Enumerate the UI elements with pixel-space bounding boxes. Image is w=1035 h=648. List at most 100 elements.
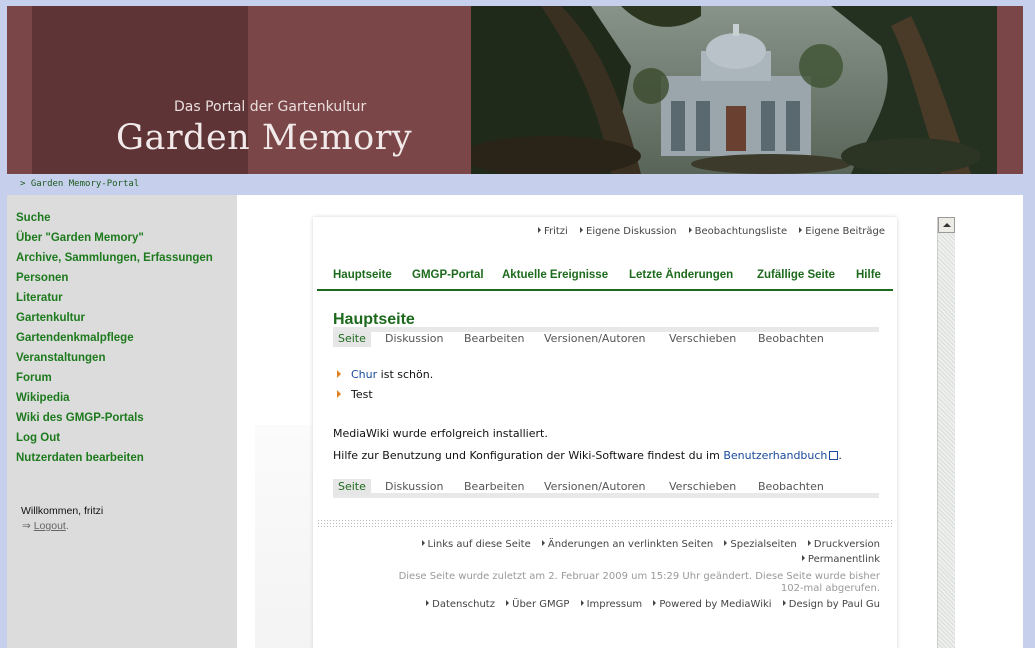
tab-diskussion[interactable]: Diskussion <box>380 479 448 495</box>
tab-versionen[interactable]: Versionen/Autoren <box>539 479 650 495</box>
sidebar-menu: Suche Über "Garden Memory" Archive, Samm… <box>7 210 237 470</box>
usernav-fritzi[interactable]: Fritzi <box>537 226 568 237</box>
breadcrumb[interactable]: > Garden Memory-Portal <box>20 179 139 189</box>
nav-zufaellige-seite[interactable]: Zufällige Seite <box>757 269 835 281</box>
arrow-icon <box>580 227 584 233</box>
main-area: Fritzi Eigene Diskussion Beobachtungslis… <box>237 195 1023 648</box>
footer-design[interactable]: Design by Paul Gu <box>782 599 880 610</box>
footer-impressum[interactable]: Impressum <box>580 599 642 610</box>
list-item: Chur ist schön. <box>337 367 433 387</box>
logout-prefix: ⇒ <box>22 520 34 532</box>
scroll-up-button[interactable] <box>938 217 955 233</box>
last-modified-line1: Diese Seite wurde zuletzt am 2. Februar … <box>398 571 880 582</box>
help-text: Hilfe zur Benutzung und Konfiguration de… <box>333 449 724 462</box>
sidebar-item-gartenkultur[interactable]: Gartenkultur <box>7 310 237 330</box>
usernav-beitraege[interactable]: Eigene Beiträge <box>799 226 885 237</box>
sidebar-item-suche[interactable]: Suche <box>7 210 237 230</box>
footer-specialpages[interactable]: Spezialseiten <box>724 539 797 550</box>
sidebar-item-ueber[interactable]: Über "Garden Memory" <box>7 230 237 250</box>
sidebar-item-veranstaltungen[interactable]: Veranstaltungen <box>7 350 237 370</box>
nav-hilfe[interactable]: Hilfe <box>856 269 881 281</box>
arrow-icon <box>426 600 430 606</box>
sidebar-item-personen[interactable]: Personen <box>7 270 237 290</box>
footer-permalink-row: Permanentlink <box>794 554 880 565</box>
footer-permalink[interactable]: Permanentlink <box>801 554 880 565</box>
usernav-beobachtungsliste[interactable]: Beobachtungsliste <box>688 226 787 237</box>
logout-suffix: . <box>65 520 69 532</box>
footer-links-here[interactable]: Links auf diese Seite <box>421 539 531 550</box>
tab-seite[interactable]: Seite <box>333 331 371 347</box>
sidebar-item-gartendenkmalpflege[interactable]: Gartendenkmalpflege <box>7 330 237 350</box>
footer-ueber[interactable]: Über GMGP <box>506 599 569 610</box>
wiki-content: Fritzi Eigene Diskussion Beobachtungslis… <box>313 217 897 648</box>
tab-versionen[interactable]: Versionen/Autoren <box>539 331 650 347</box>
site-header: Das Portal der Gartenkultur Garden Memor… <box>7 6 1023 174</box>
usernav-diskussion[interactable]: Eigene Diskussion <box>580 226 676 237</box>
tab-verschieben[interactable]: Verschieben <box>664 331 741 347</box>
sidebar-item-logout[interactable]: Log Out <box>7 430 237 450</box>
tab-seite[interactable]: Seite <box>333 479 371 495</box>
footer-datenschutz[interactable]: Datenschutz <box>426 599 495 610</box>
chur-link[interactable]: Chur <box>351 368 377 381</box>
main-nav: Hauptseite GMGP-Portal Aktuelle Ereignis… <box>317 269 893 291</box>
footer-print[interactable]: Druckversion <box>807 539 880 550</box>
header-photo <box>471 6 997 174</box>
footer-powered[interactable]: Powered by MediaWiki <box>653 599 772 610</box>
last-modified-note: Diese Seite wurde zuletzt am 2. Februar … <box>320 571 880 595</box>
bullet-icon <box>337 390 341 398</box>
dotted-divider <box>317 519 893 527</box>
main-gradient <box>255 425 313 648</box>
sidebar-item-literatur[interactable]: Literatur <box>7 290 237 310</box>
arrow-icon <box>506 600 510 606</box>
footer-tools: Links auf diese Seite Änderungen an verl… <box>414 539 880 550</box>
tab-bearbeiten[interactable]: Bearbeiten <box>459 479 529 495</box>
tab-beobachten[interactable]: Beobachten <box>753 331 829 347</box>
tab-diskussion[interactable]: Diskussion <box>380 331 448 347</box>
footer-related-changes[interactable]: Änderungen an verlinkten Seiten <box>541 539 713 550</box>
site-title[interactable]: Garden Memory <box>116 118 412 158</box>
list-item-text: ist schön. <box>377 368 434 381</box>
content-list: Chur ist schön. Test <box>337 367 433 407</box>
sidebar: Suche Über "Garden Memory" Archive, Samm… <box>7 195 237 648</box>
external-link-icon <box>829 451 839 460</box>
tab-bearbeiten[interactable]: Bearbeiten <box>459 331 529 347</box>
sidebar-item-wiki[interactable]: Wiki des GMGP-Portals <box>7 410 237 430</box>
install-message: MediaWiki wurde erfolgreich installiert. <box>333 427 548 440</box>
arrow-icon <box>807 540 811 546</box>
arrow-icon <box>724 540 728 546</box>
arrow-icon <box>580 600 584 606</box>
arrow-icon <box>653 600 657 606</box>
logout-link[interactable]: Logout <box>34 520 66 532</box>
help-suffix: . <box>838 449 842 462</box>
sidebar-item-nutzerdaten[interactable]: Nutzerdaten bearbeiten <box>7 450 237 470</box>
sidebar-item-archive[interactable]: Archive, Sammlungen, Erfassungen <box>7 250 237 270</box>
arrow-icon <box>799 227 803 233</box>
arrow-icon <box>537 227 541 233</box>
help-message: Hilfe zur Benutzung und Konfiguration de… <box>333 449 842 462</box>
nav-aktuelle-ereignisse[interactable]: Aktuelle Ereignisse <box>502 269 608 281</box>
list-item-text: Test <box>351 388 373 401</box>
nav-letzte-aenderungen[interactable]: Letzte Änderungen <box>629 269 733 281</box>
tab-verschieben[interactable]: Verschieben <box>664 479 741 495</box>
welcome-text: Willkommen, fritzi <box>21 505 104 517</box>
scrollbar[interactable] <box>937 217 955 648</box>
sidebar-item-wikipedia[interactable]: Wikipedia <box>7 390 237 410</box>
arrow-icon <box>801 555 805 561</box>
last-modified-line2: 102-mal abgerufen. <box>780 583 880 594</box>
site-subtitle: Das Portal der Gartenkultur <box>174 99 367 115</box>
nav-hauptseite[interactable]: Hauptseite <box>333 269 392 281</box>
page-tabs-bottom: Seite Diskussion Bearbeiten Versionen/Au… <box>333 475 879 498</box>
sidebar-item-forum[interactable]: Forum <box>7 370 237 390</box>
arrow-icon <box>782 600 786 606</box>
nav-gmgp-portal[interactable]: GMGP-Portal <box>412 269 484 281</box>
arrow-icon <box>688 227 692 233</box>
list-item: Test <box>337 387 433 407</box>
page-tabs-top: Seite Diskussion Bearbeiten Versionen/Au… <box>333 327 879 347</box>
logout-line: ⇒ Logout. <box>22 520 69 532</box>
arrow-icon <box>421 540 425 546</box>
tab-beobachten[interactable]: Beobachten <box>753 479 829 495</box>
benutzerhandbuch-link[interactable]: Benutzerhandbuch <box>723 449 827 462</box>
arrow-icon <box>541 540 545 546</box>
bullet-icon <box>337 370 341 378</box>
footer-site-links: Datenschutz Über GMGP Impressum Powered … <box>418 599 880 610</box>
